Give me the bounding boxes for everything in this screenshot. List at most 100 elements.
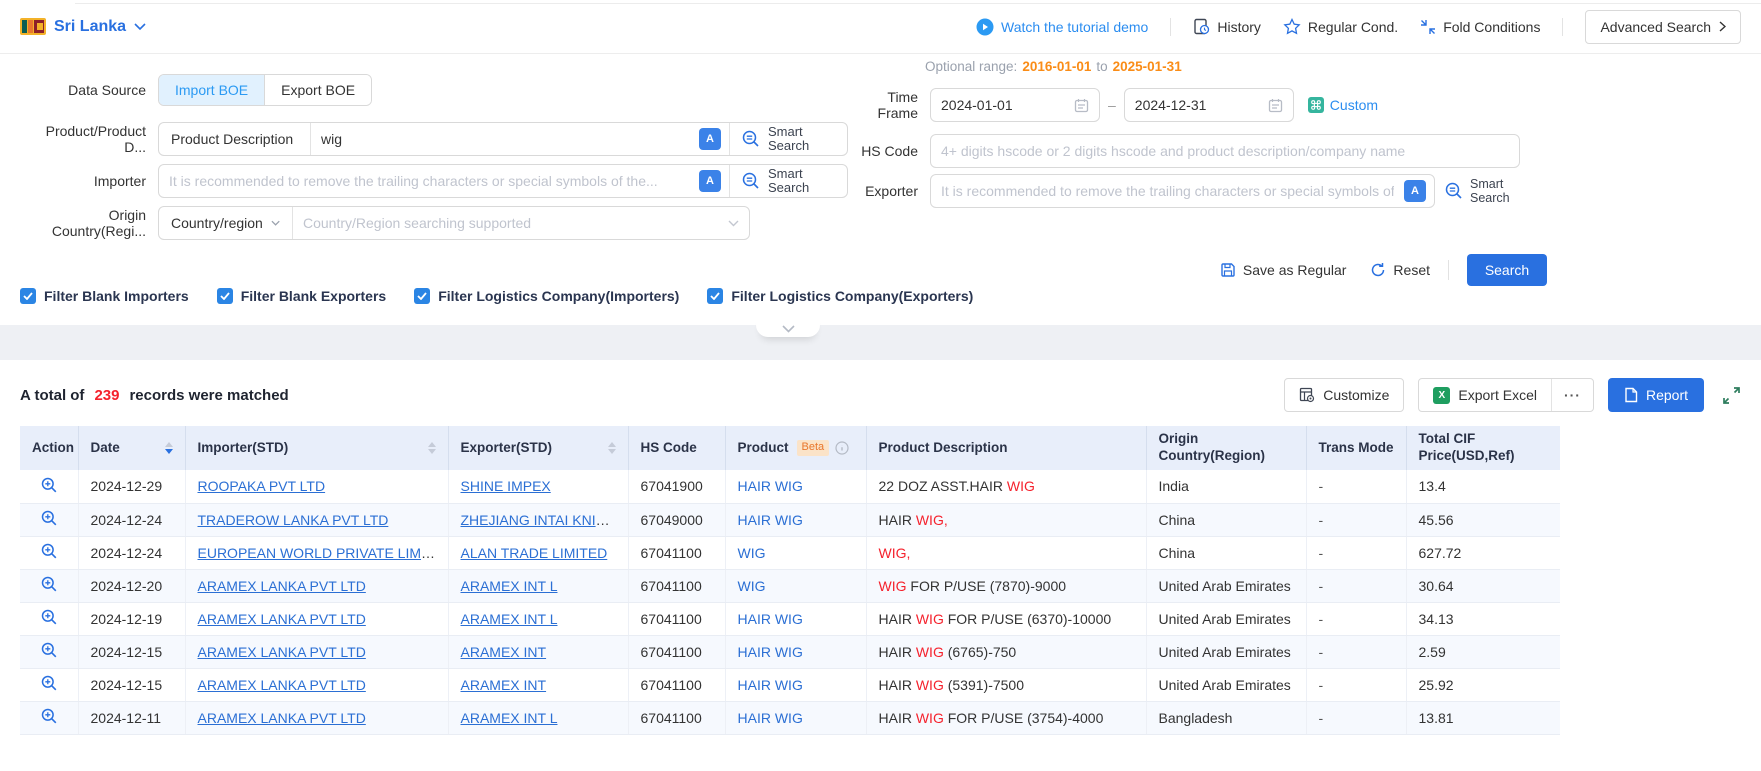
date-sort-button[interactable] [165,442,173,454]
import-boe-tab[interactable]: Import BOE [159,75,264,105]
translate-icon[interactable]: A [699,170,721,192]
view-detail-button[interactable] [41,675,57,691]
divider [1170,18,1171,36]
cell-date: 2024-12-24 [78,503,185,536]
product-field-select[interactable]: Product Description [159,123,311,155]
exporter-link[interactable]: ARAMEX INT [461,644,547,660]
cell-product-description: HAIR WIG, [866,503,1146,536]
importer-link[interactable]: ARAMEX LANKA PVT LTD [198,710,366,726]
product-link[interactable]: WIG [738,545,766,561]
product-smart-search-button[interactable]: Smart Search [729,123,847,155]
history-button[interactable]: History [1193,18,1261,35]
importer-sort-button[interactable] [428,442,436,454]
importer-link[interactable]: TRADEROW LANKA PVT LTD [198,512,389,528]
checkbox-checked-icon [414,288,430,304]
fullscreen-expand-button[interactable] [1722,386,1741,405]
product-link[interactable]: WIG [738,578,766,594]
cell-trans-mode: - [1306,602,1406,635]
info-icon[interactable] [835,441,849,455]
exporter-search-input[interactable] [931,175,1404,207]
save-as-regular-button[interactable]: Save as Regular [1220,262,1347,278]
translate-icon[interactable]: A [699,128,721,150]
view-detail-button[interactable] [41,477,57,493]
regular-cond-button[interactable]: Regular Cond. [1283,18,1398,35]
exporter-link[interactable]: ARAMEX INT [461,677,547,693]
importer-link[interactable]: EUROPEAN WORLD PRIVATE LIMITED [198,545,449,561]
product-link[interactable]: HAIR WIG [738,611,803,627]
col-hs-code: HS Code [628,426,725,470]
exporter-link[interactable]: ALAN TRADE LIMITED [461,545,608,561]
report-icon [1624,387,1638,403]
product-link[interactable]: HAIR WIG [738,710,803,726]
view-detail-button[interactable] [41,510,57,526]
date-from-input[interactable]: 2024-01-01 [930,88,1100,122]
report-button[interactable]: Report [1608,378,1704,412]
origin-type-select[interactable]: Country/region [159,207,293,239]
product-link[interactable]: HAIR WIG [738,677,803,693]
product-link[interactable]: HAIR WIG [738,644,803,660]
date-to-input[interactable]: 2024-12-31 [1124,88,1294,122]
exporter-link[interactable]: ZHEJIANG INTAI KNITTI... [461,512,629,528]
exporter-sort-button[interactable] [608,442,616,454]
origin-input-group: Country/region [158,206,750,240]
view-detail-button[interactable] [41,543,57,559]
checkbox-checked-icon [707,288,723,304]
product-link[interactable]: HAIR WIG [738,478,803,494]
watch-tutorial-link[interactable]: Watch the tutorial demo [976,18,1148,36]
origin-country-row: Origin Country(Regi... Country/region [20,206,973,240]
importer-link[interactable]: ARAMEX LANKA PVT LTD [198,677,366,693]
results-table: Action Date Importer(STD) Exporter(STD) … [20,426,1560,735]
filter-logistics-importers-checkbox[interactable]: Filter Logistics Company(Importers) [414,288,679,304]
export-more-button[interactable]: ··· [1551,379,1593,411]
origin-country-input[interactable] [293,207,728,239]
hs-code-input[interactable] [931,135,1519,167]
chevron-down-icon [728,220,739,227]
importer-link[interactable]: ARAMEX LANKA PVT LTD [198,578,366,594]
exporter-link[interactable]: ARAMEX INT L [461,611,558,627]
importer-link[interactable]: ARAMEX LANKA PVT LTD [198,611,366,627]
importer-input-group: A Smart Search [158,164,848,198]
importer-search-input[interactable] [159,165,699,197]
product-search-input[interactable] [311,123,699,155]
fold-conditions-button[interactable]: Fold Conditions [1420,19,1540,35]
collapse-panel-tab[interactable] [756,313,820,337]
filter-blank-importers-checkbox[interactable]: Filter Blank Importers [20,288,189,304]
exporter-link[interactable]: ARAMEX INT L [461,710,558,726]
optional-range-hint: Optional range: 2016-01-01 to 2025-01-31 [925,58,1547,74]
exporter-smart-search-button[interactable]: Smart Search [1445,177,1516,205]
filter-logistics-exporters-checkbox[interactable]: Filter Logistics Company(Exporters) [707,288,973,304]
exporter-input-group: A [930,174,1435,208]
customize-button[interactable]: Customize [1284,378,1404,412]
country-selector[interactable]: Sri Lanka [20,18,146,36]
filter-blank-exporters-checkbox[interactable]: Filter Blank Exporters [217,288,387,304]
importer-link[interactable]: ROOPAKA PVT LTD [198,478,326,494]
exporter-link[interactable]: SHINE IMPEX [461,478,551,494]
magnifier-icon [41,543,57,559]
export-excel-group: X Export Excel ··· [1418,378,1594,412]
table-row: 2024-12-15 ARAMEX LANKA PVT LTD ARAMEX I… [20,635,1560,668]
table-row: 2024-12-15 ARAMEX LANKA PVT LTD ARAMEX I… [20,668,1560,701]
product-link[interactable]: HAIR WIG [738,512,803,528]
advanced-search-button[interactable]: Advanced Search [1585,10,1741,44]
reset-button[interactable]: Reset [1370,262,1430,278]
export-excel-button[interactable]: X Export Excel [1419,379,1551,411]
topbar-actions: Watch the tutorial demo History Regular … [976,10,1741,44]
exporter-link[interactable]: ARAMEX INT L [461,578,558,594]
cell-hs-code: 67041100 [628,536,725,569]
translate-icon[interactable]: A [1404,180,1426,202]
table-row: 2024-12-20 ARAMEX LANKA PVT LTD ARAMEX I… [20,569,1560,602]
view-detail-button[interactable] [41,708,57,724]
magnifier-icon [41,708,57,724]
cell-date: 2024-12-11 [78,701,185,734]
importer-smart-search-button[interactable]: Smart Search [729,165,847,197]
custom-range-link[interactable]: Custom [1308,97,1378,113]
importer-link[interactable]: ARAMEX LANKA PVT LTD [198,644,366,660]
checkbox-checked-icon [20,288,36,304]
search-button[interactable]: Search [1467,254,1547,286]
view-detail-button[interactable] [41,609,57,625]
reset-icon [1370,262,1386,278]
view-detail-button[interactable] [41,576,57,592]
export-boe-tab[interactable]: Export BOE [264,75,371,105]
cell-total-cif: 34.13 [1406,602,1560,635]
view-detail-button[interactable] [41,642,57,658]
